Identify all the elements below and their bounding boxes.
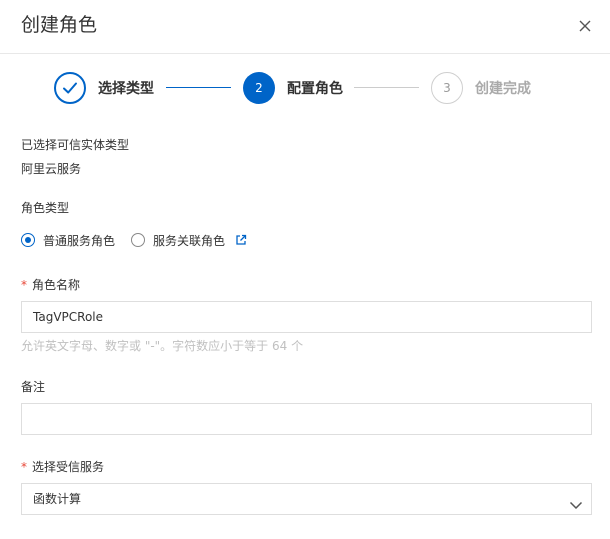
step-connector-1 [166, 87, 231, 88]
chevron-down-icon[interactable] [569, 493, 583, 510]
role-name-label-text: 角色名称 [32, 278, 81, 292]
role-name-input[interactable]: TagVPCRole [21, 301, 592, 333]
radio-normal-service-role-label[interactable]: 普通服务角色 [43, 232, 115, 249]
radio-service-linked-role[interactable] [131, 233, 146, 247]
role-type-radio-group: 普通服务角色 服务关联角色 [21, 231, 247, 249]
trusted-service-label-text: 选择受信服务 [32, 460, 105, 474]
step-1-done [54, 72, 86, 104]
check-icon [63, 82, 77, 94]
trusted-entity-label: 已选择可信实体类型 [21, 138, 130, 152]
required-mark: * [21, 278, 27, 292]
step-2-label: 配置角色 [287, 81, 343, 97]
close-icon[interactable] [575, 16, 595, 36]
step-indicator: 选择类型 2 配置角色 3 创建完成 [0, 72, 610, 108]
radio-service-linked-role-label[interactable]: 服务关联角色 [153, 232, 225, 249]
step-2-active: 2 [243, 72, 275, 104]
role-name-label: * 角色名称 [21, 277, 80, 293]
step-1-label: 选择类型 [98, 81, 154, 97]
trusted-entity-value: 阿里云服务 [21, 162, 82, 176]
external-link-icon[interactable] [235, 234, 247, 246]
trusted-service-label: * 选择受信服务 [21, 459, 104, 475]
step-connector-2 [354, 87, 419, 88]
radio-normal-service-role[interactable] [21, 233, 35, 247]
role-name-hint: 允许英文字母、数字或 "-"。字符数应小于等于 64 个 [21, 339, 304, 353]
remark-input[interactable] [21, 403, 592, 435]
required-mark: * [21, 460, 27, 474]
dialog-header: 创建角色 [0, 0, 610, 54]
remark-label: 备注 [21, 380, 46, 394]
trusted-service-value: 函数计算 [33, 492, 82, 506]
step-3-label: 创建完成 [475, 81, 531, 97]
step-3-pending: 3 [431, 72, 463, 104]
trusted-service-select[interactable]: 函数计算 [21, 483, 592, 515]
dialog-title: 创建角色 [21, 14, 98, 36]
role-type-label: 角色类型 [21, 201, 70, 215]
